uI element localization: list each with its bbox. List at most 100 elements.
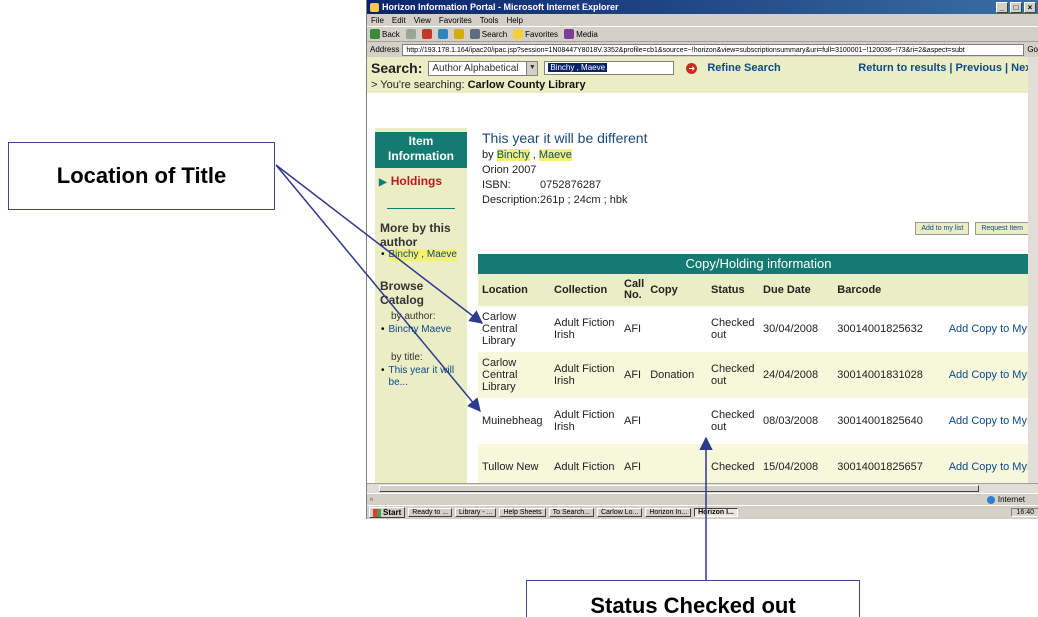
search-go-icon[interactable]: ➜ (686, 62, 698, 74)
refine-search-link[interactable]: Refine Search (707, 62, 780, 74)
menu-favorites[interactable]: Favorites (439, 16, 472, 25)
cell-location: Tullow New (478, 444, 550, 483)
isbn-row: ISBN: 0752876287 (482, 179, 602, 191)
page-viewport: Search: Author Alphabetical ▼ Binchy , M… (367, 57, 1038, 483)
cell-status: Checked out (707, 352, 760, 398)
cell-barcode: 30014001825657 (833, 444, 945, 483)
taskbar: Start Ready to ... Library - ... Help Sh… (367, 505, 1038, 519)
scroll-thumb[interactable] (379, 485, 979, 492)
bullet-icon: ▶ (379, 177, 387, 188)
taskbar-item[interactable]: To Search... (548, 508, 594, 517)
browse-author-link[interactable]: • Binchy Maeve (381, 324, 467, 336)
sidebar-divider (387, 208, 455, 209)
taskbar-item-active[interactable]: Horizon I... (694, 508, 738, 517)
status-bar: ▫ Internet (367, 493, 1038, 505)
sidebar-item-holdings[interactable]: ▶ Holdings (379, 174, 467, 188)
holdings-heading: Copy/Holding information (478, 254, 1038, 274)
more-by-author-link[interactable]: • Binchy , Maeve (381, 249, 467, 261)
cell-collection: Adult Fiction (550, 444, 620, 483)
menu-edit[interactable]: Edit (392, 16, 406, 25)
stop-icon (421, 29, 432, 39)
more-by-author-heading: More by this author (380, 221, 451, 249)
callout-location-of-title: Location of Title (8, 142, 275, 210)
back-arrow-icon (370, 29, 380, 39)
col-call-no: Call No. (620, 274, 647, 306)
screenshot-stage: Location of Title Status Checked out Hor… (0, 0, 1038, 617)
taskbar-item[interactable]: Carlow Lo... (596, 508, 643, 517)
description-row: Description: 261p ; 24cm ; hbk (482, 194, 628, 206)
home-button[interactable] (453, 29, 464, 39)
horizontal-scrollbar[interactable] (367, 483, 1038, 493)
cell-copy (646, 444, 708, 483)
maximize-button[interactable]: □ (1010, 1, 1022, 13)
col-action (944, 274, 1038, 306)
cell-copy: Donation (646, 352, 708, 398)
browser-window: Horizon Information Portal - Microsoft I… (366, 0, 1038, 519)
taskbar-item[interactable]: Ready to ... (408, 508, 453, 517)
start-button[interactable]: Start (369, 507, 406, 518)
add-copy-link[interactable]: Add Copy to MyList (944, 444, 1038, 483)
menu-tools[interactable]: Tools (480, 16, 499, 25)
address-input[interactable]: http://193.178.1.164/ipac20/ipac.jsp?ses… (402, 43, 1025, 56)
window-title: Horizon Information Portal - Microsoft I… (382, 2, 619, 12)
item-information-tab[interactable]: Item Information (375, 132, 467, 168)
by-title-label: by title: (391, 352, 423, 363)
searching-scope: > You're searching: Carlow County Librar… (371, 79, 586, 91)
page-icon: ▫ (370, 495, 373, 504)
menu-help[interactable]: Help (506, 16, 522, 25)
cell-location: Carlow Central Library (482, 311, 518, 347)
stop-button[interactable] (421, 29, 432, 39)
add-to-list-button[interactable]: Add to my list (915, 222, 970, 235)
cell-collection: Adult Fiction Irish (554, 317, 615, 341)
request-item-button[interactable]: Request Item (975, 222, 1029, 235)
minimize-button[interactable]: _ (996, 1, 1008, 13)
forward-arrow-icon (405, 29, 416, 39)
table-row: Muinebheag Adult Fiction Irish AFI Check… (478, 398, 1038, 444)
title-bar: Horizon Information Portal - Microsoft I… (367, 0, 1038, 14)
favorites-button[interactable]: Favorites (513, 29, 558, 39)
taskbar-item[interactable]: Help Sheets (499, 508, 546, 517)
cell-location: Carlow Central Library (478, 352, 550, 398)
go-button[interactable]: Go (1027, 45, 1038, 54)
security-zone: Internet (986, 495, 1025, 504)
book-title: This year it will be different (482, 130, 648, 146)
address-label: Address (370, 45, 400, 54)
browse-title-link[interactable]: • This year it will be... (381, 365, 467, 389)
cell-barcode: 30014001831028 (833, 352, 945, 398)
author-first-link[interactable]: Maeve (538, 149, 572, 161)
browse-catalog-heading: Browse Catalog (380, 279, 425, 307)
author-line: by Binchy , Maeve (482, 149, 572, 161)
add-copy-link[interactable]: Add Copy to MyList (945, 306, 1038, 352)
col-collection: Collection (550, 274, 620, 306)
taskbar-item[interactable]: Library - ... (455, 508, 497, 517)
cell-location: Muinebheag (482, 415, 543, 427)
taskbar-item[interactable]: Horizon In... (645, 508, 692, 517)
callout-status-checked-out: Status Checked out (526, 580, 860, 617)
back-button[interactable]: Back (370, 29, 400, 39)
author-last-link[interactable]: Binchy (496, 149, 530, 161)
cell-collection: Adult Fiction Irish (554, 409, 615, 433)
home-icon (453, 29, 464, 39)
by-author-label: by author: (391, 311, 436, 322)
forward-button[interactable] (405, 29, 416, 39)
media-icon (564, 29, 575, 39)
search-button[interactable]: Search (469, 29, 507, 39)
search-type-select[interactable]: Author Alphabetical ▼ (428, 60, 539, 76)
holdings-table: Location Collection Call No. Copy Status… (478, 274, 1038, 483)
windows-logo-icon (373, 508, 381, 517)
close-button[interactable]: × (1024, 1, 1036, 13)
menu-file[interactable]: File (371, 16, 384, 25)
menu-view[interactable]: View (414, 16, 431, 25)
cell-barcode: 30014001825640 (837, 415, 923, 427)
result-nav-links[interactable]: Return to results | Previous | Next (858, 62, 1035, 74)
table-row: Carlow Central Library Adult Fiction Iri… (478, 352, 1038, 398)
search-input[interactable]: Binchy , Maeve (544, 61, 675, 75)
media-button[interactable]: Media (564, 29, 598, 39)
add-copy-link[interactable]: Add Copy to MyList (945, 398, 1038, 444)
refresh-button[interactable] (437, 29, 448, 39)
cell-due-date: 08/03/2008 (763, 415, 819, 427)
search-icon (469, 29, 480, 39)
cell-due-date: 15/04/2008 (759, 444, 834, 483)
vertical-scrollbar[interactable] (1028, 57, 1038, 483)
add-copy-link[interactable]: Add Copy to MyList (944, 352, 1038, 398)
